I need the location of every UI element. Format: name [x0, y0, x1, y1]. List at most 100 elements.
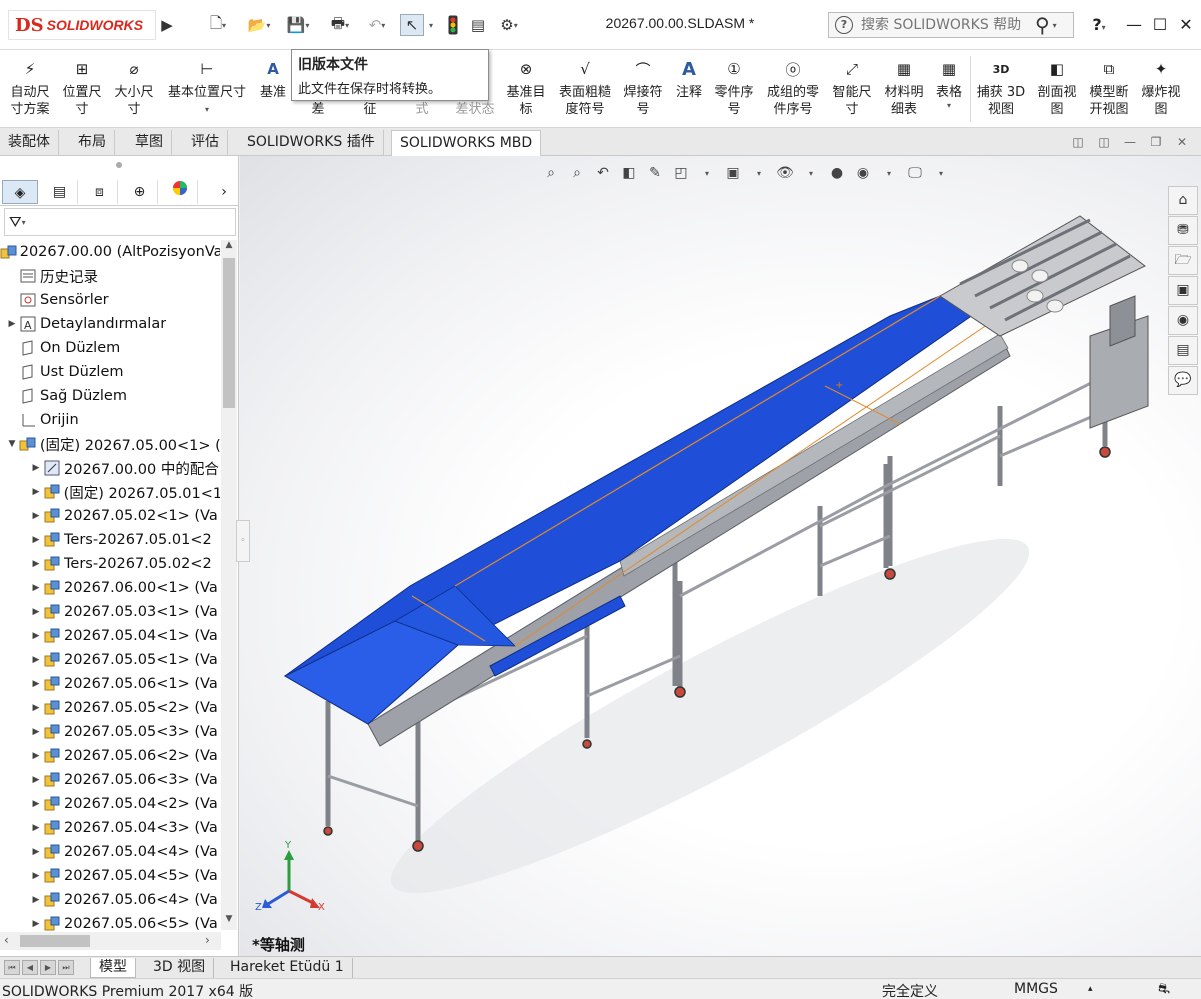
feature-manager-tab-icon[interactable]: ◈	[2, 180, 38, 204]
last-tab-icon[interactable]: ⏭	[58, 960, 74, 975]
tree-item[interactable]: ▶ 20267.05.06<4> (Va	[0, 888, 220, 912]
tree-item[interactable]: Ön Düzlem	[0, 336, 220, 360]
tree-expand-toggle[interactable]: ▶	[30, 823, 42, 833]
tree-item[interactable]: ▶ Ters-20267.05.02<2	[0, 552, 220, 576]
tree-expand-toggle[interactable]: ▶	[30, 703, 42, 713]
view-forward-icon[interactable]: ◫	[1096, 134, 1112, 150]
table-button[interactable]: ▦ 表格 ▾	[932, 54, 966, 124]
tab-evaluate[interactable]: 评估	[183, 130, 228, 156]
tree-expand-toggle[interactable]: ▶	[30, 679, 42, 689]
tree-expand-toggle[interactable]: ▶	[30, 583, 42, 593]
scroll-thumb[interactable]	[20, 935, 90, 947]
tree-item[interactable]: ▶ Ters-20267.05.01<2	[0, 528, 220, 552]
stacked-balloon-button[interactable]: ⓞ 成组的零 件序号	[762, 54, 824, 124]
tree-expand-toggle[interactable]: ▶	[30, 511, 42, 521]
graphics-viewport[interactable]: ⌕ ⌕ ↶ ◧ ✎ ◰ ▾ ▣ ▾ 👁 ▾ ● ◉ ▾ 🖵 ▾ ⌂ ⛃ 🗁 ▣ ◉ ▤ 💬	[240, 156, 1201, 956]
basic-location-dimension-button[interactable]: ⊢ 基本位置尺寸 ▾	[162, 54, 252, 124]
doc-minimize-icon[interactable]: —	[1122, 134, 1138, 150]
tree-item[interactable]: ▶ 20267.05.04<1> (Va	[0, 624, 220, 648]
tree-expand-toggle[interactable]: ▶	[30, 895, 42, 905]
search-dropdown-icon[interactable]: ▾	[1053, 21, 1057, 30]
tree-filter[interactable]: ⛛ ▾	[4, 208, 236, 236]
unit-system[interactable]: MMGS	[1014, 981, 1058, 997]
tree-expand-toggle[interactable]: ▶	[30, 727, 42, 737]
dimxpert-manager-tab-icon[interactable]: ⊕	[122, 180, 158, 204]
tree-expand-toggle[interactable]: ▶	[30, 871, 42, 881]
options-gear-icon[interactable]: ⚙ ▾	[494, 14, 524, 36]
section-view-button[interactable]: ◧ 剖面视 图	[1034, 54, 1080, 124]
tree-item[interactable]: ▶ 20267.05.04<2> (Va	[0, 792, 220, 816]
tree-expand-toggle[interactable]: ▶	[30, 799, 42, 809]
tree-item[interactable]: ▶ 20267.05.06<3> (Va	[0, 768, 220, 792]
tree-item[interactable]: Sağ Düzlem	[0, 384, 220, 408]
print-icon[interactable]: 🖶 ▾	[325, 14, 355, 36]
tab-assembly[interactable]: 装配体	[0, 130, 59, 156]
search-icon[interactable]: ⚲	[1035, 13, 1050, 37]
exploded-view-button[interactable]: ✦ 爆炸视 图	[1138, 54, 1184, 124]
tree-item[interactable]: Orijin	[0, 408, 220, 432]
view-back-icon[interactable]: ◫	[1070, 134, 1086, 150]
scroll-thumb[interactable]	[223, 258, 235, 408]
tree-expand-toggle[interactable]: ▶	[30, 847, 42, 857]
filter-icon[interactable]: ⛛	[9, 213, 22, 231]
tree-expand-toggle[interactable]: ▶	[30, 751, 42, 761]
balloon-button[interactable]: ① 零件序 号	[710, 54, 758, 124]
datum-button[interactable]: A 基准	[256, 54, 290, 124]
panel-splitter-handle[interactable]: ◦	[236, 520, 250, 562]
tree-expand-toggle[interactable]: ▶	[30, 775, 42, 785]
tab-model[interactable]: 模型	[90, 958, 136, 978]
save-warning-icon[interactable]: 💾 ▾	[284, 14, 312, 36]
tree-item[interactable]: ▶ 20267.05.04<5> (Va	[0, 864, 220, 888]
first-tab-icon[interactable]: ⏮	[4, 960, 20, 975]
next-tab-icon[interactable]: ▶	[40, 960, 56, 975]
tree-item[interactable]: ▶ 20267.05.05<2> (Va	[0, 696, 220, 720]
help-search-input[interactable]	[861, 17, 1031, 33]
undo-icon[interactable]: ↶ ▾	[362, 14, 392, 36]
units-dropdown-icon[interactable]: ▴	[1088, 984, 1093, 994]
tree-expand-toggle[interactable]: ▼	[6, 439, 18, 449]
tree-item[interactable]: ▶ 20267.05.06<5> (Va	[0, 912, 220, 934]
conveyor-assembly-model[interactable]: + Y X Z	[240, 156, 1201, 956]
chevron-down-icon[interactable]: ▾	[947, 101, 951, 110]
tree-item[interactable]: ▶ 20267.05.05<1> (Va	[0, 648, 220, 672]
tree-root[interactable]: 20267.00.00 (AltPozisyonVaryant)	[0, 240, 220, 264]
tree-item[interactable]: ▶ (固定) 20267.05.01<1	[0, 480, 220, 504]
tree-item[interactable]: ▶ 20267.05.06<1> (Va	[0, 672, 220, 696]
surface-finish-button[interactable]: √ 表面粗糙 度符号	[556, 54, 614, 124]
location-dimension-button[interactable]: ⊞ 位置尺 寸	[58, 54, 106, 124]
tree-expand-toggle[interactable]: ▶	[30, 655, 42, 665]
tree-item[interactable]: ▼ (固定) 20267.05.00<1> (	[0, 432, 220, 456]
select-cursor-icon[interactable]: ↖	[400, 14, 424, 36]
scroll-up-icon[interactable]: ▲	[221, 240, 237, 256]
tree-item[interactable]: ▶ 20267.05.06<2> (Va	[0, 744, 220, 768]
tree-item[interactable]: ▶ 20267.05.02<1> (Va	[0, 504, 220, 528]
tree-item[interactable]: ▶ 20267.05.04<4> (Va	[0, 840, 220, 864]
menu-expand-arrow-icon[interactable]: ▶	[160, 14, 174, 36]
size-dimension-button[interactable]: ⌀ 大小尺 寸	[110, 54, 158, 124]
select-dropdown-icon[interactable]: ▾	[426, 14, 436, 36]
tree-item[interactable]: Sensörler	[0, 288, 220, 312]
new-document-icon[interactable]: 🗋 ▾	[205, 14, 231, 36]
tree-item[interactable]: ▶ 20267.06.00<1> (Va	[0, 576, 220, 600]
tree-expand-toggle[interactable]: ▶	[6, 319, 18, 329]
solidworks-logo[interactable]: DS SOLIDWORKS	[8, 10, 156, 40]
tree-expand-toggle[interactable]: ▶	[30, 535, 42, 545]
tree-item[interactable]: ▶ 20267.05.04<3> (Va	[0, 816, 220, 840]
doc-close-icon[interactable]: ✕	[1174, 134, 1190, 150]
model-break-view-button[interactable]: ⧉ 模型断 开视图	[1086, 54, 1132, 124]
scroll-right-icon[interactable]: ›	[205, 933, 210, 947]
tree-expand-toggle[interactable]: ▶	[30, 487, 42, 497]
file-properties-icon[interactable]: ▤	[468, 14, 488, 36]
scroll-left-icon[interactable]: ‹	[4, 933, 9, 947]
auto-dimension-button[interactable]: ⚡ 自动尺 寸方案	[6, 54, 54, 124]
doc-restore-icon[interactable]: ❐	[1148, 134, 1164, 150]
scroll-down-icon[interactable]: ▼	[221, 914, 237, 930]
note-button[interactable]: A 注释	[672, 54, 706, 124]
tree-expand-toggle[interactable]: ▶	[30, 607, 42, 617]
tabs-more-chevron-icon[interactable]: ›	[210, 180, 238, 204]
tree-expand-toggle[interactable]: ▶	[30, 919, 42, 929]
panel-grip[interactable]	[116, 162, 122, 168]
tree-item[interactable]: ▶ 20267.00.00 中的配合	[0, 456, 220, 480]
close-icon[interactable]: ✕	[1174, 12, 1198, 38]
tree-item[interactable]: ▶ 20267.05.03<1> (Va	[0, 600, 220, 624]
